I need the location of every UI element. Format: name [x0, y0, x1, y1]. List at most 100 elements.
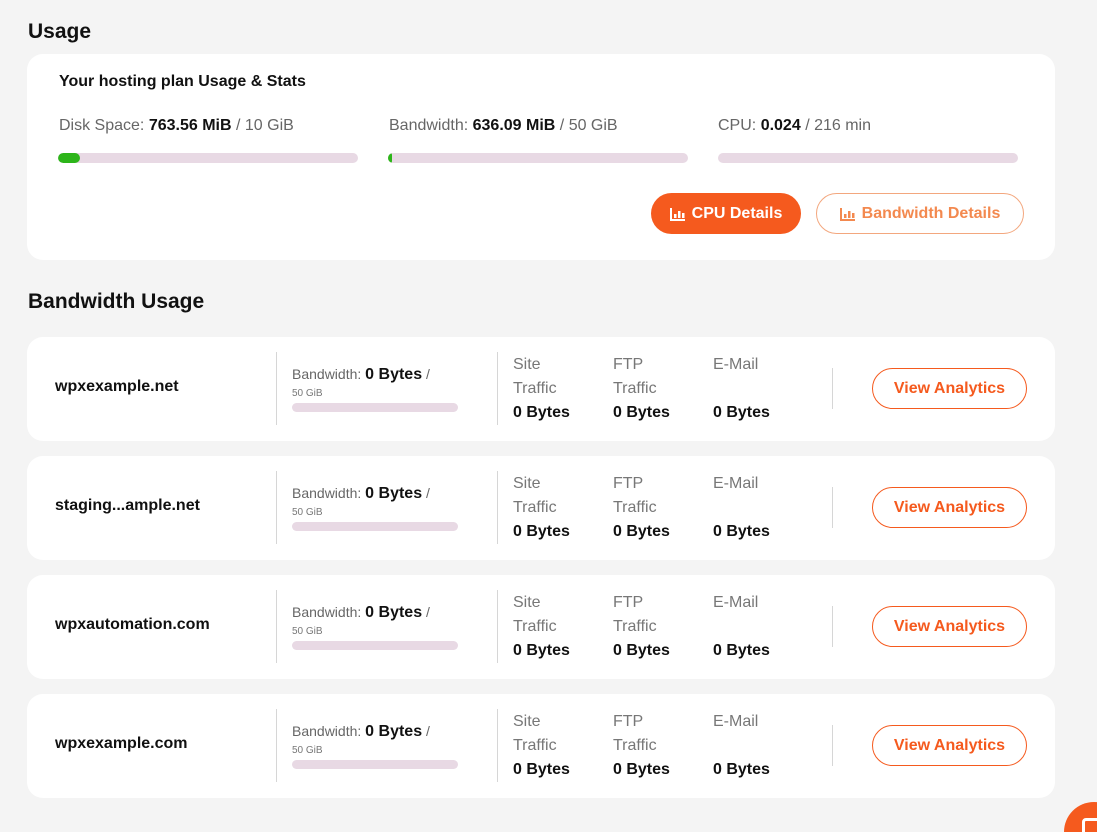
site-traffic-column: Site Traffic 0 Bytes [513, 472, 570, 544]
cpu-label: CPU: [718, 117, 757, 134]
site-traffic-label-1: Site [513, 356, 541, 373]
site-traffic-column: Site Traffic 0 Bytes [513, 353, 570, 425]
site-traffic-value: 0 Bytes [513, 642, 570, 659]
site-bandwidth-bar [292, 403, 458, 412]
site-bandwidth-label: Bandwidth: [292, 366, 362, 382]
ftp-traffic-value: 0 Bytes [613, 404, 670, 421]
site-bandwidth-summary: Bandwidth: 0 Bytes / [292, 485, 430, 503]
ftp-traffic-value: 0 Bytes [613, 642, 670, 659]
site-bandwidth-value: 0 Bytes [365, 366, 423, 383]
email-label: E-Mail [713, 475, 759, 492]
site-traffic-label-2: Traffic [513, 380, 557, 397]
cpu-stat: CPU: 0.024 / 216 min [718, 117, 1018, 135]
site-bandwidth-label: Bandwidth: [292, 723, 362, 739]
site-name: wpxautomation.com [55, 616, 210, 633]
ftp-traffic-column: FTP Traffic 0 Bytes [613, 472, 670, 544]
usage-heading: Usage [28, 20, 92, 43]
site-traffic-value: 0 Bytes [513, 761, 570, 778]
cpu-details-button[interactable]: CPU Details [651, 193, 801, 234]
bandwidth-details-button[interactable]: Bandwidth Details [816, 193, 1024, 234]
email-value: 0 Bytes [713, 642, 770, 659]
view-analytics-button[interactable]: View Analytics [872, 606, 1027, 647]
site-bandwidth-value: 0 Bytes [365, 604, 423, 621]
site-traffic-value: 0 Bytes [513, 523, 570, 540]
disk-space-stat: Disk Space: 763.56 MiB / 10 GiB [59, 117, 359, 135]
site-name: staging...ample.net [55, 497, 200, 514]
site-traffic-column: Site Traffic 0 Bytes [513, 591, 570, 663]
ftp-traffic-label-1: FTP [613, 356, 644, 373]
site-bandwidth-summary: Bandwidth: 0 Bytes / [292, 604, 430, 622]
bandwidth-stat: Bandwidth: 636.09 MiB / 50 GiB [389, 117, 689, 135]
site-bandwidth-limit: 50 GiB [292, 507, 323, 518]
site-bandwidth-value: 0 Bytes [365, 485, 423, 502]
disk-space-fill [58, 153, 80, 163]
usage-card: Your hosting plan Usage & Stats Disk Spa… [27, 54, 1055, 260]
bandwidth-label: Bandwidth: [389, 117, 469, 134]
divider [832, 725, 833, 766]
email-label: E-Mail [713, 713, 759, 730]
site-bandwidth-slash: / [425, 604, 430, 620]
divider [497, 352, 498, 425]
email-traffic-column: E-Mail 0 Bytes [713, 472, 770, 544]
chart-bar-icon [839, 207, 855, 221]
cpu-bar [718, 153, 1018, 163]
view-analytics-button[interactable]: View Analytics [872, 725, 1027, 766]
ftp-traffic-label-1: FTP [613, 594, 644, 611]
divider [497, 590, 498, 663]
site-name: wpxexample.com [55, 735, 188, 752]
site-bandwidth-bar [292, 522, 458, 531]
site-bandwidth-slash: / [425, 723, 430, 739]
divider [497, 709, 498, 782]
site-traffic-value: 0 Bytes [513, 404, 570, 421]
view-analytics-button[interactable]: View Analytics [872, 368, 1027, 409]
site-bandwidth-slash: / [425, 485, 430, 501]
divider [276, 709, 277, 782]
site-traffic-label-1: Site [513, 475, 541, 492]
site-bandwidth-summary: Bandwidth: 0 Bytes / [292, 723, 430, 741]
bandwidth-bar [388, 153, 688, 163]
divider [276, 352, 277, 425]
email-value: 0 Bytes [713, 761, 770, 778]
ftp-traffic-label-1: FTP [613, 475, 644, 492]
cpu-value: 0.024 [760, 117, 801, 134]
email-value: 0 Bytes [713, 523, 770, 540]
chat-launcher-button[interactable] [1064, 802, 1097, 832]
ftp-traffic-column: FTP Traffic 0 Bytes [613, 353, 670, 425]
disk-space-label: Disk Space: [59, 117, 145, 134]
usage-subtitle: Your hosting plan Usage & Stats [59, 73, 306, 90]
site-traffic-label-1: Site [513, 713, 541, 730]
bandwidth-usage-heading: Bandwidth Usage [28, 290, 205, 313]
ftp-traffic-column: FTP Traffic 0 Bytes [613, 710, 670, 782]
divider [832, 606, 833, 647]
divider [832, 368, 833, 409]
site-traffic-label-2: Traffic [513, 737, 557, 754]
site-bandwidth-bar [292, 641, 458, 650]
site-bandwidth-value: 0 Bytes [365, 723, 423, 740]
divider [497, 471, 498, 544]
ftp-traffic-label-1: FTP [613, 713, 644, 730]
email-traffic-column: E-Mail 0 Bytes [713, 591, 770, 663]
email-traffic-column: E-Mail 0 Bytes [713, 353, 770, 425]
bandwidth-site-row: staging...ample.net Bandwidth: 0 Bytes /… [27, 456, 1055, 560]
ftp-traffic-label-2: Traffic [613, 499, 657, 516]
site-name: wpxexample.net [55, 378, 179, 395]
bandwidth-site-row: wpxexample.net Bandwidth: 0 Bytes / 50 G… [27, 337, 1055, 441]
cpu-limit: / 216 min [805, 117, 871, 134]
site-traffic-label-2: Traffic [513, 499, 557, 516]
site-bandwidth-limit: 50 GiB [292, 388, 323, 399]
site-bandwidth-label: Bandwidth: [292, 485, 362, 501]
site-bandwidth-summary: Bandwidth: 0 Bytes / [292, 366, 430, 384]
disk-space-bar [58, 153, 358, 163]
ftp-traffic-value: 0 Bytes [613, 523, 670, 540]
bandwidth-details-label: Bandwidth Details [861, 204, 1001, 222]
divider [276, 590, 277, 663]
site-bandwidth-limit: 50 GiB [292, 745, 323, 756]
ftp-traffic-column: FTP Traffic 0 Bytes [613, 591, 670, 663]
chart-bar-icon [669, 207, 685, 221]
ftp-traffic-label-2: Traffic [613, 737, 657, 754]
site-traffic-label-2: Traffic [513, 618, 557, 635]
bandwidth-value: 636.09 MiB [472, 117, 556, 134]
bandwidth-site-row: wpxautomation.com Bandwidth: 0 Bytes / 5… [27, 575, 1055, 679]
view-analytics-button[interactable]: View Analytics [872, 487, 1027, 528]
divider [276, 471, 277, 544]
